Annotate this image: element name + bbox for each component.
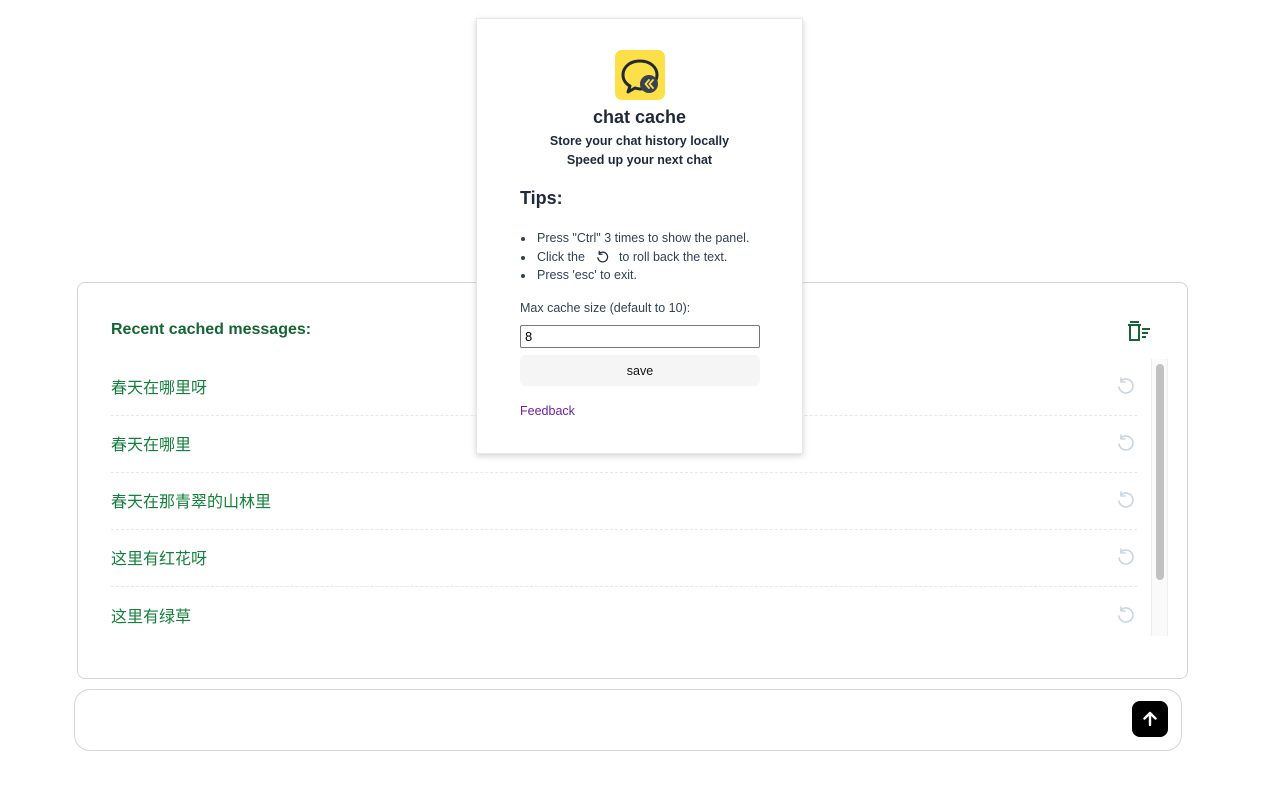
app-name: chat cache: [592, 107, 687, 127]
cache-size-input[interactable]: [520, 325, 760, 348]
tip-text: Click the: [537, 249, 585, 264]
tip-text: Press "Ctrl" 3 times to show the panel.: [537, 231, 750, 245]
tips-list: Press "Ctrl" 3 times to show the panel. …: [520, 229, 749, 285]
clear-cache-button[interactable]: [1127, 318, 1153, 344]
chat-input-bar: [74, 689, 1182, 751]
rollback-icon[interactable]: [1115, 433, 1135, 453]
tip-item: Press "Ctrl" 3 times to show the panel.: [520, 229, 749, 248]
tagline-line-2: Speed up your next chat: [566, 153, 713, 167]
chat-input[interactable]: [91, 704, 1111, 736]
rollback-icon: [597, 250, 609, 263]
rollback-icon[interactable]: [1115, 376, 1135, 396]
save-button[interactable]: save: [520, 355, 760, 386]
tip-text: Press 'esc' to exit.: [537, 268, 637, 282]
extension-popup: chat cache Store your chat history local…: [476, 18, 803, 454]
cached-message-text[interactable]: 这里有红花呀: [111, 545, 207, 569]
feedback-link[interactable]: Feedback: [520, 404, 575, 418]
rollback-icon[interactable]: [1115, 547, 1135, 567]
list-item[interactable]: 这里有红花呀: [111, 530, 1137, 587]
tip-text: to roll back the text.: [618, 249, 728, 264]
send-button[interactable]: [1132, 701, 1168, 737]
arrow-up-icon: [1143, 711, 1157, 727]
list-scrollbar[interactable]: [1151, 359, 1168, 636]
cache-size-label: Max cache size (default to 10):: [520, 301, 691, 315]
scrollbar-thumb[interactable]: [1156, 364, 1164, 580]
list-item[interactable]: 春天在那青翠的山林里: [111, 473, 1137, 530]
cached-message-text[interactable]: 春天在哪里: [111, 431, 191, 455]
cached-message-text[interactable]: 这里有绿草: [111, 603, 191, 627]
tip-item: Click the to roll back the text.: [520, 248, 749, 267]
cached-message-text[interactable]: 春天在那青翠的山林里: [111, 488, 271, 512]
list-item[interactable]: 这里有绿草: [111, 587, 1137, 641]
rollback-icon[interactable]: [1115, 605, 1135, 625]
tagline-line-1: Store your chat history locally: [549, 134, 730, 148]
tip-item: Press 'esc' to exit.: [520, 266, 749, 285]
app-logo: [615, 50, 665, 100]
panel-title: Recent cached messages:: [111, 321, 312, 338]
tips-heading: Tips:: [520, 188, 563, 208]
cached-message-text[interactable]: 春天在哪里呀: [111, 374, 207, 398]
chat-bubble-rewind-icon: [621, 59, 659, 94]
rollback-icon[interactable]: [1115, 490, 1135, 510]
trash-list-icon: [1128, 321, 1150, 341]
